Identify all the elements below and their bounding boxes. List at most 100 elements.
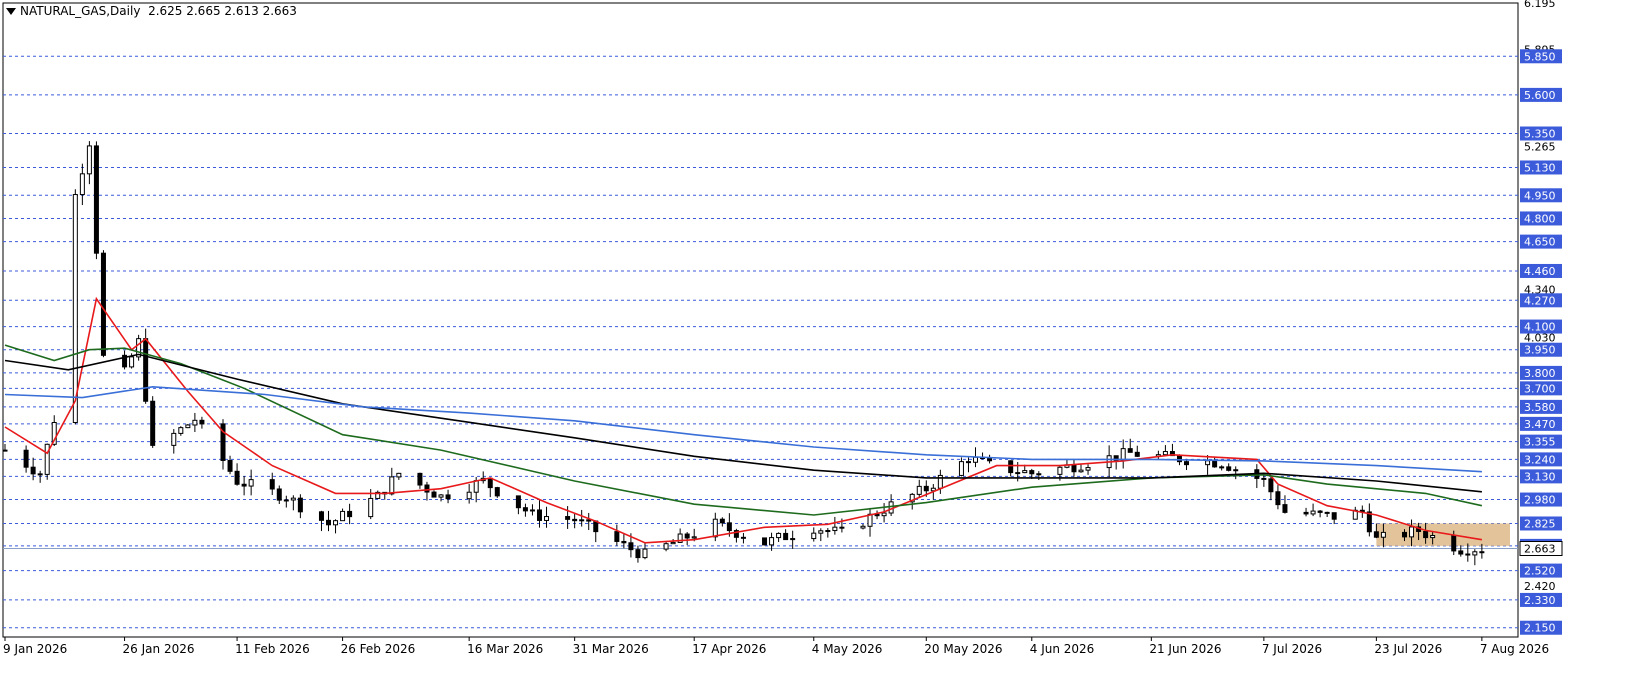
candle-body-1[interactable]: [23, 449, 29, 468]
candle-body-93[interactable]: [923, 485, 929, 492]
candle-body-125[interactable]: [1233, 469, 1239, 472]
candle-body-56[interactable]: [565, 516, 571, 520]
candle-body-146[interactable]: [1451, 534, 1457, 552]
candle-body-10[interactable]: [100, 252, 106, 356]
candle-body-36[interactable]: [368, 497, 374, 518]
candle-body-145[interactable]: [1430, 534, 1436, 539]
candle-body-129[interactable]: [1275, 491, 1281, 506]
candle-body-26[interactable]: [269, 479, 275, 490]
candle-body-77[interactable]: [769, 537, 775, 546]
candle-body-41[interactable]: [417, 472, 423, 486]
candle-body-150[interactable]: [1479, 551, 1485, 554]
candle-body-31[interactable]: [318, 511, 324, 521]
candle-body-117[interactable]: [1162, 451, 1168, 456]
candle-body-30[interactable]: [297, 497, 303, 513]
candle-body-55[interactable]: [544, 516, 550, 521]
candle-body-19[interactable]: [192, 419, 198, 426]
candle-body-142[interactable]: [1409, 526, 1415, 538]
candle-body-149[interactable]: [1472, 551, 1478, 556]
candle-body-85[interactable]: [839, 526, 845, 529]
candle-body-108[interactable]: [1071, 464, 1077, 473]
candle-body-96[interactable]: [958, 461, 964, 476]
candle-body-130[interactable]: [1282, 504, 1288, 513]
candle-body-20[interactable]: [199, 419, 205, 425]
candle-body-62[interactable]: [621, 540, 627, 544]
candle-body-15[interactable]: [150, 400, 156, 446]
candle-body-46[interactable]: [466, 491, 472, 500]
candle-body-45[interactable]: [445, 494, 451, 500]
candle-body-109[interactable]: [1078, 469, 1084, 473]
candle-body-8[interactable]: [86, 145, 92, 175]
candle-body-28[interactable]: [283, 499, 289, 502]
candle-body-50[interactable]: [494, 487, 500, 497]
candle-body-147[interactable]: [1458, 550, 1464, 555]
candle-body-76[interactable]: [762, 537, 768, 546]
price-chart[interactable]: 6.1955.8955.2654.3404.0302.4202.1505.850…: [0, 0, 1626, 686]
candle-body-75[interactable]: [740, 536, 746, 539]
candle-body-114[interactable]: [1127, 448, 1133, 453]
candle-body-0[interactable]: [2, 449, 8, 452]
candle-body-127[interactable]: [1261, 477, 1267, 480]
candle-body-39[interactable]: [389, 476, 395, 495]
candle-body-104[interactable]: [1029, 470, 1035, 475]
candle-body-70[interactable]: [691, 536, 697, 539]
candle-body-6[interactable]: [72, 194, 78, 424]
candle-body-14[interactable]: [143, 338, 149, 402]
candle-body-65[interactable]: [642, 548, 648, 559]
candle-body-32[interactable]: [326, 519, 332, 526]
candle-body-25[interactable]: [248, 479, 254, 487]
candle-body-124[interactable]: [1226, 466, 1232, 471]
candle-body-83[interactable]: [825, 530, 831, 533]
candle-body-97[interactable]: [965, 461, 971, 464]
candle-body-79[interactable]: [783, 532, 789, 541]
candle-body-2[interactable]: [30, 466, 36, 475]
candle-body-78[interactable]: [776, 532, 782, 539]
candle-body-22[interactable]: [227, 459, 233, 472]
candle-body-84[interactable]: [832, 526, 838, 532]
candle-body-92[interactable]: [916, 485, 922, 495]
candle-body-33[interactable]: [333, 520, 339, 526]
candle-body-67[interactable]: [670, 541, 676, 545]
candle-body-139[interactable]: [1373, 531, 1379, 538]
candle-body-58[interactable]: [579, 519, 585, 522]
candle-body-69[interactable]: [684, 533, 690, 539]
candle-body-61[interactable]: [614, 531, 620, 542]
candle-body-122[interactable]: [1212, 460, 1218, 468]
candle-body-23[interactable]: [234, 470, 240, 485]
candle-body-100[interactable]: [987, 457, 993, 462]
candle-body-71[interactable]: [712, 518, 718, 538]
candle-body-141[interactable]: [1402, 531, 1408, 538]
candle-body-133[interactable]: [1317, 510, 1323, 513]
collapse-triangle-icon[interactable]: [6, 8, 16, 15]
candle-body-73[interactable]: [726, 522, 732, 532]
candle-body-63[interactable]: [628, 542, 634, 551]
candle-body-18[interactable]: [185, 424, 191, 429]
candle-body-16[interactable]: [171, 432, 177, 446]
candle-body-34[interactable]: [340, 510, 346, 522]
candle-body-47[interactable]: [473, 480, 479, 493]
candle-body-49[interactable]: [487, 477, 493, 489]
candle-body-123[interactable]: [1219, 466, 1225, 469]
candle-body-17[interactable]: [178, 427, 184, 434]
candle-body-59[interactable]: [586, 519, 592, 522]
candle-body-131[interactable]: [1303, 511, 1309, 515]
candle-body-134[interactable]: [1324, 511, 1330, 514]
candle-body-106[interactable]: [1057, 466, 1063, 475]
candle-body-42[interactable]: [424, 484, 430, 493]
candle-body-35[interactable]: [347, 510, 353, 518]
candle-body-51[interactable]: [515, 495, 521, 509]
candle-body-110[interactable]: [1085, 467, 1091, 471]
candle-body-119[interactable]: [1176, 455, 1182, 463]
candle-body-29[interactable]: [290, 497, 296, 501]
candle-body-24[interactable]: [241, 483, 247, 487]
candle-body-98[interactable]: [973, 456, 979, 463]
candle-body-53[interactable]: [529, 509, 535, 512]
candle-body-3[interactable]: [37, 473, 43, 476]
candle-body-57[interactable]: [572, 518, 578, 522]
candle-body-135[interactable]: [1331, 512, 1337, 520]
candle-body-128[interactable]: [1268, 478, 1274, 493]
candle-body-64[interactable]: [635, 549, 641, 559]
candle-body-80[interactable]: [790, 538, 796, 541]
candle-body-40[interactable]: [396, 472, 402, 478]
candle-body-7[interactable]: [79, 173, 85, 196]
